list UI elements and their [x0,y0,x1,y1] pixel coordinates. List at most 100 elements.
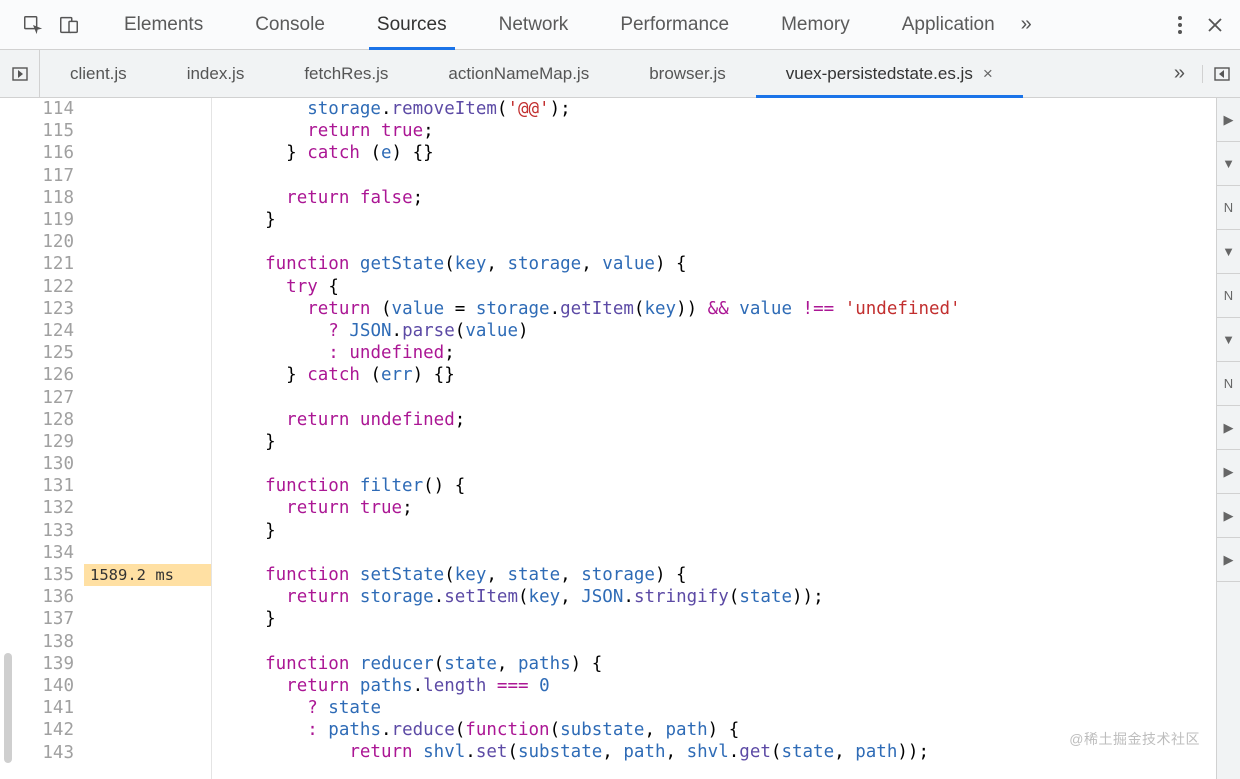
rail-toggle-icon[interactable]: ▼ [1217,318,1240,362]
panel-tab-network[interactable]: Network [473,0,595,49]
code-line[interactable]: return shvl.set(substate, path, shvl.get… [244,741,1216,763]
code-editor[interactable]: storage.removeItem('@@'); return true; }… [212,98,1216,779]
code-line[interactable] [244,631,1216,653]
line-number[interactable]: 123 [0,299,84,319]
code-line[interactable]: function setState(key, state, storage) { [244,564,1216,586]
scrollbar-thumb[interactable] [4,653,12,763]
line-number[interactable]: 136 [0,587,84,607]
line-number[interactable]: 141 [0,698,84,718]
line-number[interactable]: 130 [0,454,84,474]
file-tab[interactable]: index.js [157,50,275,97]
code-line[interactable]: return (value = storage.getItem(key)) &&… [244,298,1216,320]
line-number[interactable]: 134 [0,543,84,563]
code-line[interactable]: } [244,520,1216,542]
line-number[interactable]: 125 [0,343,84,363]
navigator-toggle-icon[interactable] [0,50,40,97]
panel-tab-performance[interactable]: Performance [594,0,755,49]
profiling-badge [84,675,211,697]
panel-tab-console[interactable]: Console [229,0,351,49]
rail-toggle-icon[interactable]: N [1217,362,1240,406]
code-line[interactable]: return paths.length === 0 [244,675,1216,697]
rail-toggle-icon[interactable]: ▶ [1217,98,1240,142]
close-devtools-icon[interactable] [1206,16,1224,34]
rail-toggle-icon[interactable]: N [1217,186,1240,230]
panel-overflow-icon[interactable]: » [1021,13,1033,36]
code-line[interactable]: try { [244,276,1216,298]
code-line[interactable]: } [244,608,1216,630]
code-line[interactable]: function getState(key, storage, value) { [244,253,1216,275]
profiling-badge [84,298,211,320]
line-number[interactable]: 138 [0,632,84,652]
code-line[interactable]: : paths.reduce(function(substate, path) … [244,719,1216,741]
line-number[interactable]: 132 [0,498,84,518]
code-line[interactable]: function reducer(state, paths) { [244,653,1216,675]
line-number[interactable]: 121 [0,254,84,274]
code-line[interactable]: storage.removeItem('@@'); [244,98,1216,120]
code-line[interactable]: return true; [244,120,1216,142]
line-number[interactable]: 135 [0,565,84,585]
file-tab[interactable]: client.js [40,50,157,97]
rail-toggle-icon[interactable]: ▶ [1217,450,1240,494]
debugger-side-rail: ▶▼N▼N▼N▶▶▶▶ [1216,98,1240,779]
rail-toggle-icon[interactable]: N [1217,274,1240,318]
line-number[interactable]: 116 [0,143,84,163]
line-number[interactable]: 122 [0,277,84,297]
line-gutter[interactable]: 114115116 117118119120121 122123124125126 1… [0,98,212,779]
line-number[interactable]: 137 [0,609,84,629]
rail-toggle-icon[interactable]: ▼ [1217,230,1240,274]
panel-tab-elements[interactable]: Elements [98,0,229,49]
code-line[interactable]: ? JSON.parse(value) [244,320,1216,342]
line-number[interactable]: 131 [0,476,84,496]
close-icon[interactable]: × [983,64,993,84]
code-line[interactable]: } [244,431,1216,453]
code-line[interactable]: } catch (err) {} [244,364,1216,386]
line-number[interactable]: 128 [0,410,84,430]
code-line[interactable] [244,453,1216,475]
line-number[interactable]: 119 [0,210,84,230]
line-number[interactable]: 143 [0,743,84,763]
panel-tab-sources[interactable]: Sources [351,0,473,49]
code-line[interactable]: } catch (e) {} [244,142,1216,164]
line-number[interactable]: 124 [0,321,84,341]
line-number[interactable]: 114 [0,99,84,119]
line-number[interactable]: 117 [0,166,84,186]
code-line[interactable]: function filter() { [244,475,1216,497]
panel-tab-application[interactable]: Application [876,0,1021,49]
file-overflow-icon[interactable]: » [1158,50,1202,97]
file-tab[interactable]: vuex-persistedstate.es.js× [756,50,1023,97]
code-line[interactable] [244,231,1216,253]
file-tab[interactable]: actionNameMap.js [418,50,619,97]
inspect-element-icon[interactable] [22,14,44,36]
code-line[interactable]: return true; [244,497,1216,519]
panel-tab-memory[interactable]: Memory [755,0,876,49]
line-number[interactable]: 133 [0,521,84,541]
code-line[interactable] [244,165,1216,187]
code-line[interactable]: : undefined; [244,342,1216,364]
code-line[interactable] [244,542,1216,564]
line-number[interactable]: 139 [0,654,84,674]
rail-toggle-icon[interactable]: ▶ [1217,406,1240,450]
line-number[interactable]: 129 [0,432,84,452]
file-tab[interactable]: fetchRes.js [274,50,418,97]
code-line[interactable]: return false; [244,187,1216,209]
rail-toggle-icon[interactable]: ▼ [1217,142,1240,186]
line-number[interactable]: 142 [0,720,84,740]
code-line[interactable] [244,386,1216,408]
snippets-toggle-icon[interactable] [1202,65,1240,83]
code-line[interactable]: ? state [244,697,1216,719]
profiling-badge [84,453,211,475]
line-number[interactable]: 140 [0,676,84,696]
rail-toggle-icon[interactable]: ▶ [1217,494,1240,538]
kebab-menu-icon[interactable] [1178,16,1182,34]
code-line[interactable]: return undefined; [244,409,1216,431]
rail-toggle-icon[interactable]: ▶ [1217,538,1240,582]
line-number[interactable]: 115 [0,121,84,141]
code-line[interactable]: return storage.setItem(key, JSON.stringi… [244,586,1216,608]
line-number[interactable]: 126 [0,365,84,385]
line-number[interactable]: 127 [0,388,84,408]
line-number[interactable]: 120 [0,232,84,252]
line-number[interactable]: 118 [0,188,84,208]
device-toggle-icon[interactable] [58,14,80,36]
file-tab[interactable]: browser.js [619,50,756,97]
code-line[interactable]: } [244,209,1216,231]
